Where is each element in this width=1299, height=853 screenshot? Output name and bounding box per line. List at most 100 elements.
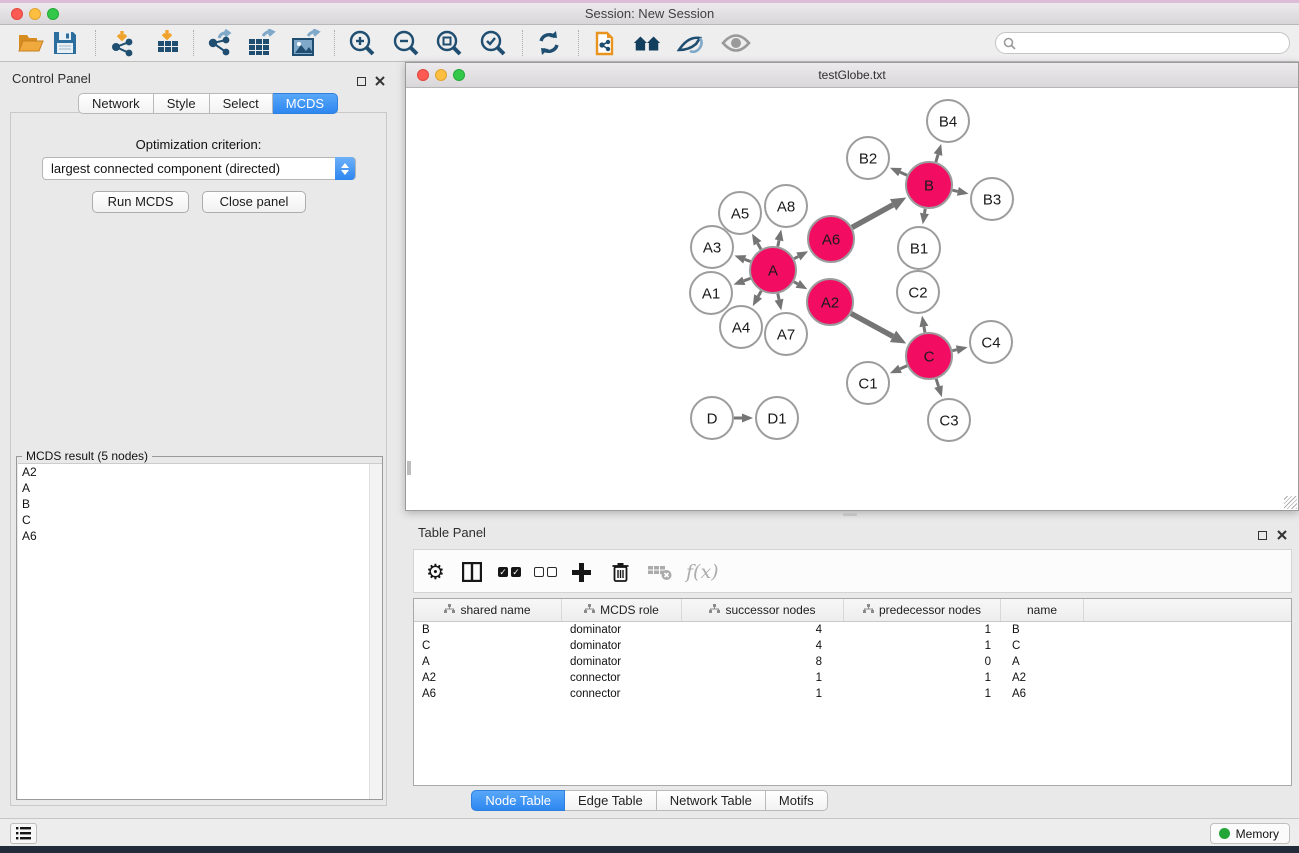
split-columns-icon[interactable] xyxy=(462,558,482,586)
network-vscroll-thumb[interactable] xyxy=(407,461,411,475)
graph-node-d1[interactable]: D1 xyxy=(756,397,798,439)
result-item[interactable]: A6 xyxy=(18,528,382,544)
graph-node-a3[interactable]: A3 xyxy=(691,226,733,268)
table-cell[interactable]: 8 xyxy=(682,654,844,670)
table-cell[interactable]: A2 xyxy=(414,670,562,686)
table-cell[interactable]: 1 xyxy=(844,638,1001,654)
table-cell[interactable]: C xyxy=(414,638,562,654)
table-cell[interactable]: 4 xyxy=(682,622,844,638)
graph-edge[interactable] xyxy=(924,326,925,332)
splitter-grip[interactable] xyxy=(843,513,857,516)
delete-table-icon[interactable] xyxy=(648,558,672,586)
result-item[interactable]: C xyxy=(18,512,382,528)
graph-node-d[interactable]: D xyxy=(691,397,733,439)
graph-edge[interactable] xyxy=(936,155,938,162)
style-eye-icon[interactable] xyxy=(676,28,706,58)
column-header-successor-nodes[interactable]: successor nodes xyxy=(682,599,844,621)
table-row[interactable]: Bdominator41B xyxy=(414,622,1291,638)
table-cell[interactable]: A6 xyxy=(414,686,562,702)
tab-style[interactable]: Style xyxy=(154,93,210,114)
network-canvas[interactable]: B4B2BB3A8A5A6A3B1AA1C2A2A4A7C4CC1C3DD1 xyxy=(407,89,1298,510)
table-cell[interactable]: 4 xyxy=(682,638,844,654)
graph-node-b1[interactable]: B1 xyxy=(898,227,940,269)
tab-mcds[interactable]: MCDS xyxy=(273,93,338,114)
save-session-icon[interactable] xyxy=(50,28,80,58)
import-network-icon[interactable] xyxy=(108,28,138,58)
graph-node-b3[interactable]: B3 xyxy=(971,178,1013,220)
table-cell[interactable]: C xyxy=(1001,638,1084,654)
gear-icon[interactable]: ⚙ xyxy=(426,558,445,586)
graph-node-c4[interactable]: C4 xyxy=(970,321,1012,363)
graph-edge[interactable] xyxy=(952,350,956,351)
table-tab-motifs[interactable]: Motifs xyxy=(766,790,828,811)
function-builder-icon[interactable]: f(x) xyxy=(686,558,719,586)
network-resize-grip[interactable] xyxy=(1284,496,1297,509)
table-cell[interactable]: 1 xyxy=(844,670,1001,686)
memory-button[interactable]: Memory xyxy=(1210,823,1290,844)
close-panel-icon[interactable] xyxy=(375,73,385,91)
export-image-icon[interactable] xyxy=(291,28,321,58)
network-zoom-button[interactable] xyxy=(453,69,465,81)
table-cell[interactable]: 1 xyxy=(844,686,1001,702)
graph-node-c[interactable]: C xyxy=(906,333,952,379)
table-cell[interactable]: A xyxy=(414,654,562,670)
graph-node-a[interactable]: A xyxy=(750,247,796,293)
deselect-all-icon[interactable] xyxy=(534,558,557,586)
import-table-icon[interactable] xyxy=(153,28,183,58)
float-panel-icon[interactable] xyxy=(357,73,366,91)
graph-edge[interactable] xyxy=(745,259,751,261)
graph-edge[interactable] xyxy=(794,282,798,284)
network-minimize-button[interactable] xyxy=(435,69,447,81)
graph-node-a4[interactable]: A4 xyxy=(720,306,762,348)
zoom-out-icon[interactable] xyxy=(391,28,421,58)
graph-edge[interactable] xyxy=(778,294,779,300)
table-cell[interactable]: connector xyxy=(562,670,682,686)
export-network-icon[interactable] xyxy=(205,28,235,58)
criterion-dropdown[interactable]: largest connected component (directed) xyxy=(42,157,356,180)
graph-edge[interactable] xyxy=(758,243,761,249)
result-item[interactable]: B xyxy=(18,496,382,512)
graph-node-a1[interactable]: A1 xyxy=(690,272,732,314)
run-mcds-button[interactable]: Run MCDS xyxy=(92,191,189,213)
graph-edge[interactable] xyxy=(936,379,938,387)
graph-edge[interactable] xyxy=(758,291,761,297)
table-cell[interactable]: A2 xyxy=(1001,670,1084,686)
table-cell[interactable]: A xyxy=(1001,654,1084,670)
zoom-in-icon[interactable] xyxy=(347,28,377,58)
network-close-button[interactable] xyxy=(417,69,429,81)
graph-node-b[interactable]: B xyxy=(906,162,952,208)
zoom-selected-icon[interactable] xyxy=(478,28,508,58)
graph-node-c1[interactable]: C1 xyxy=(847,362,889,404)
table-cell[interactable]: dominator xyxy=(562,638,682,654)
table-tab-edge-table[interactable]: Edge Table xyxy=(565,790,657,811)
graph-node-a8[interactable]: A8 xyxy=(765,185,807,227)
table-cell[interactable]: B xyxy=(1001,622,1084,638)
column-header-shared-name[interactable]: shared name xyxy=(414,599,562,621)
column-header-name[interactable]: name xyxy=(1001,599,1084,621)
refresh-icon[interactable] xyxy=(534,28,564,58)
export-table-icon[interactable] xyxy=(247,28,277,58)
table-tab-node-table[interactable]: Node Table xyxy=(471,790,565,811)
tab-network[interactable]: Network xyxy=(78,93,154,114)
column-header-MCDS-role[interactable]: MCDS role xyxy=(562,599,682,621)
graph-edge[interactable] xyxy=(794,256,798,258)
table-cell[interactable]: dominator xyxy=(562,654,682,670)
table-float-icon[interactable] xyxy=(1258,527,1267,545)
result-item[interactable]: A2 xyxy=(18,464,382,480)
graph-node-b2[interactable]: B2 xyxy=(847,137,889,179)
table-cell[interactable]: 0 xyxy=(844,654,1001,670)
result-scrollbar[interactable] xyxy=(369,464,382,799)
open-file-icon[interactable] xyxy=(16,28,46,58)
zoom-fit-icon[interactable] xyxy=(434,28,464,58)
tab-select[interactable]: Select xyxy=(210,93,273,114)
network-window-titlebar[interactable]: testGlobe.txt xyxy=(406,63,1298,88)
graph-edge[interactable] xyxy=(900,366,907,369)
graph-node-b4[interactable]: B4 xyxy=(927,100,969,142)
task-history-button[interactable] xyxy=(10,823,37,844)
table-cell[interactable]: 1 xyxy=(682,670,844,686)
graph-edge[interactable] xyxy=(924,209,925,214)
close-window-button[interactable] xyxy=(11,8,23,20)
select-all-icon[interactable]: ✓✓ xyxy=(498,558,521,586)
hide-eye-icon[interactable] xyxy=(721,28,751,58)
close-panel-button[interactable]: Close panel xyxy=(202,191,306,213)
